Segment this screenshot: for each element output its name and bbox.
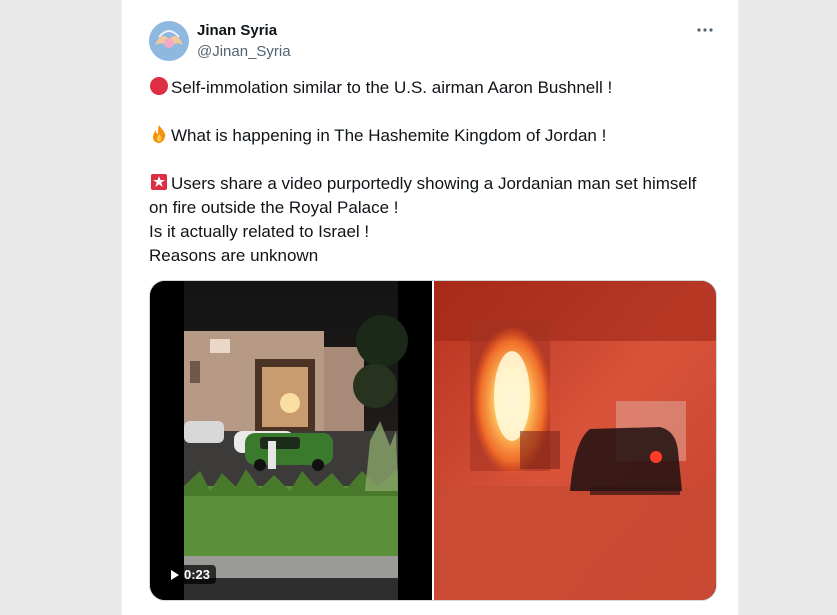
tweet-line-6: Reasons are unknown <box>149 246 319 265</box>
fire-icon <box>153 125 166 143</box>
duration-label: 0:23 <box>184 567 211 582</box>
video-player[interactable]: 0:23 <box>149 280 717 601</box>
more-horizontal-icon[interactable] <box>695 20 715 40</box>
red-circle-icon <box>150 77 168 95</box>
tweet-line-2: What is happening in The Hashemite Kingd… <box>149 124 729 148</box>
siren-icon <box>151 174 167 190</box>
tweet-line-5: Is it actually related to Israel ! <box>149 222 370 241</box>
author-handle[interactable]: @Jinan_Syria <box>197 43 291 60</box>
tweet-line-4: on fire outside the Royal Palace ! <box>149 198 399 217</box>
tweet-text: Self-immolation similar to the U.S. airm… <box>149 76 729 268</box>
tweet-line-3-text: Users share a video purportedly showing … <box>171 174 697 193</box>
tweet-line-2-text: What is happening in The Hashemite Kingd… <box>171 126 607 145</box>
tweet-card: Jinan Syria @Jinan_Syria Self-immolation… <box>121 0 739 615</box>
avatar[interactable] <box>149 21 189 61</box>
tweet-line-3: Users share a video purportedly showing … <box>149 172 729 196</box>
tweet-line-1: Self-immolation similar to the U.S. airm… <box>149 76 729 100</box>
tweet-line-1-text: Self-immolation similar to the U.S. airm… <box>171 78 613 97</box>
video-duration: 0:23 <box>165 565 217 584</box>
author-name[interactable]: Jinan Syria <box>197 22 277 39</box>
play-icon[interactable] <box>171 569 179 580</box>
